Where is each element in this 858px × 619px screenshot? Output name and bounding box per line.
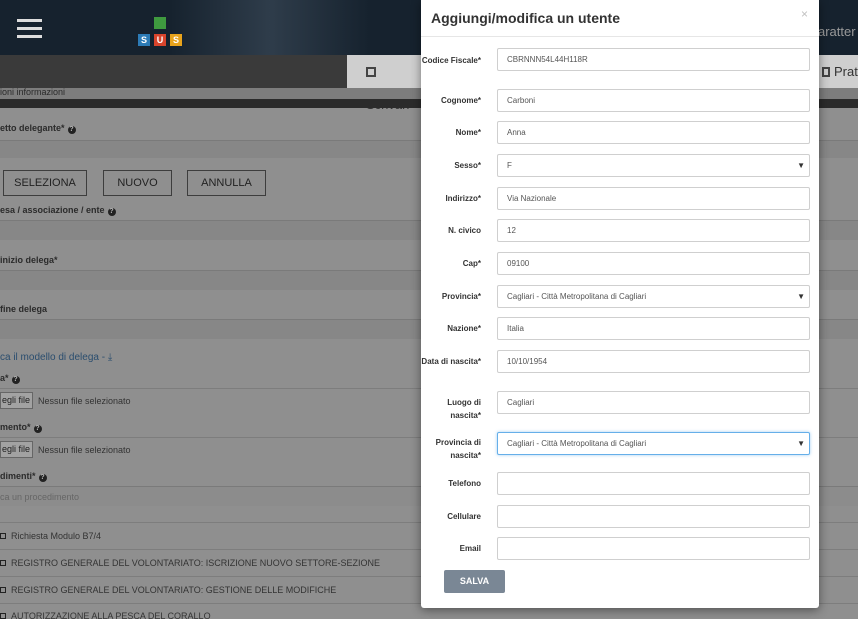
cellulare-input[interactable]: [497, 505, 810, 528]
choose-file-button[interactable]: egli file: [0, 441, 33, 458]
breadcrumb-text: ioni informazioni: [0, 87, 66, 97]
select-value: Cagliari - Città Metropolitana di Caglia…: [507, 292, 647, 301]
seleziona-button[interactable]: SELEZIONA: [3, 170, 87, 196]
save-button[interactable]: SALVA: [444, 570, 505, 593]
civico-label: N. civico: [448, 226, 481, 235]
sesso-select[interactable]: F ▼: [497, 154, 810, 177]
download-modello-link[interactable]: ca il modello di delega - ⤓: [0, 352, 112, 363]
procedimento-item[interactable]: REGISTRO GENERALE DEL VOLONTARIATO: ISCR…: [0, 558, 380, 568]
provincia-label: Provincia*: [441, 292, 481, 301]
help-icon[interactable]: ?: [107, 208, 116, 216]
checkbox-icon[interactable]: [0, 533, 6, 539]
procedimento-placeholder: ca un procedimento: [0, 492, 80, 502]
dropdown-caret-icon: ▼: [797, 161, 805, 170]
provincia-select[interactable]: Cagliari - Città Metropolitana di Caglia…: [497, 285, 810, 308]
close-icon[interactable]: ×: [801, 7, 808, 21]
help-icon[interactable]: ?: [11, 376, 20, 384]
checkbox-icon[interactable]: [0, 587, 6, 593]
provincia-nascita-select[interactable]: Cagliari - Città Metropolitana di Caglia…: [497, 432, 810, 455]
no-file-text: Nessun file selezionato: [38, 445, 131, 455]
select-value: Cagliari - Città Metropolitana di Caglia…: [507, 439, 647, 448]
soggetto-delegante-label: etto delegante*?: [0, 123, 76, 134]
grid-icon: [366, 67, 376, 77]
email-label: Email: [459, 544, 481, 553]
cognome-input[interactable]: Carboni: [497, 89, 810, 112]
procedimento-item[interactable]: REGISTRO GENERALE DEL VOLONTARIATO: GEST…: [0, 585, 336, 595]
label-text: mento*: [0, 422, 31, 432]
item-text: Richiesta Modulo B7/4: [11, 531, 102, 541]
no-file-text: Nessun file selezionato: [38, 396, 131, 406]
data-nascita-label: Data di nascita*: [421, 357, 481, 366]
help-icon[interactable]: ?: [33, 425, 42, 433]
procedimento-item[interactable]: AUTORIZZAZIONE ALLA PESCA DEL CORALLO: [0, 611, 211, 619]
download-icon: ⤓: [107, 352, 113, 363]
cognome-label: Cognome*: [441, 96, 481, 105]
item-text: REGISTRO GENERALE DEL VOLONTARIATO: ISCR…: [11, 558, 381, 568]
sus-logo: S U S: [138, 17, 182, 47]
checkbox-icon[interactable]: [0, 613, 6, 619]
impresa-label: esa / associazione / ente?: [0, 205, 116, 216]
data-nascita-input[interactable]: 10/10/1954: [497, 350, 810, 373]
provincia-nascita-label: Provincia di nascita*: [435, 438, 481, 460]
allegato-label: a*?: [0, 373, 20, 384]
codice-fiscale-label: Codice Fiscale*: [421, 54, 481, 67]
choose-file-button[interactable]: egli file: [0, 392, 33, 409]
codice-fiscale-input[interactable]: CBRNNN54L44H118R: [497, 48, 810, 71]
dropdown-caret-icon: ▼: [797, 292, 805, 301]
telefono-label: Telefono: [448, 479, 481, 488]
modal-title: Aggiungi/modifica un utente: [431, 10, 620, 26]
logo-letter: S: [170, 34, 182, 46]
logo-letter: U: [154, 34, 166, 46]
nome-label: Nome*: [455, 128, 481, 137]
link-text: ca il modello di delega -: [0, 352, 106, 363]
label-text: esa / associazione / ente: [0, 205, 105, 215]
cellulare-label: Cellulare: [447, 512, 481, 521]
item-text: REGISTRO GENERALE DEL VOLONTARIATO: GEST…: [11, 585, 337, 595]
dropdown-caret-icon: ▼: [797, 439, 805, 448]
label-text: etto delegante*: [0, 123, 65, 133]
inizio-delega-label: inizio delega*: [0, 255, 58, 265]
modal-header: Aggiungi/modifica un utente ×: [421, 0, 819, 37]
nuovo-button[interactable]: NUOVO: [103, 170, 172, 196]
cap-label: Cap*: [462, 259, 481, 268]
cap-input[interactable]: 09100: [497, 252, 810, 275]
procedimenti-label: dimenti*?: [0, 471, 47, 482]
nav-tab-label: Prat: [834, 64, 858, 79]
top-right-text: aratter: [818, 24, 856, 39]
logo-letter: S: [138, 34, 150, 46]
telefono-input[interactable]: [497, 472, 810, 495]
email-input[interactable]: [497, 537, 810, 560]
civico-input[interactable]: 12: [497, 219, 810, 242]
fine-delega-label: fine delega: [0, 304, 48, 314]
annulla-button[interactable]: ANNULLA: [187, 170, 266, 196]
document-icon: [822, 67, 830, 77]
label-text: dimenti*: [0, 471, 36, 481]
help-icon[interactable]: ?: [67, 126, 76, 134]
item-text: AUTORIZZAZIONE ALLA PESCA DEL CORALLO: [11, 611, 211, 619]
hamburger-menu-icon[interactable]: [17, 19, 42, 39]
nome-input[interactable]: Anna: [497, 121, 810, 144]
nav-tab-scrivania[interactable]: Scrivan: [347, 55, 422, 112]
checkbox-icon[interactable]: [0, 560, 6, 566]
nazione-label: Nazione*: [447, 324, 481, 333]
help-icon[interactable]: ?: [38, 474, 47, 482]
indirizzo-input[interactable]: Via Nazionale: [497, 187, 810, 210]
user-edit-modal: Aggiungi/modifica un utente × Codice Fis…: [421, 0, 819, 608]
nav-tab-pratiche[interactable]: Prat: [819, 55, 858, 88]
indirizzo-label: Indirizzo*: [445, 194, 481, 203]
logo-arrow-icon: [154, 17, 166, 29]
label-text: a*: [0, 373, 9, 383]
select-value: F: [507, 161, 512, 170]
sesso-label: Sesso*: [454, 161, 481, 170]
luogo-nascita-input[interactable]: Cagliari: [497, 391, 810, 414]
procedimento-item[interactable]: Richiesta Modulo B7/4: [0, 531, 101, 541]
luogo-nascita-label: Luogo di nascita*: [447, 398, 481, 420]
label-text: Codice Fiscale*: [421, 56, 481, 65]
documento-label: mento*?: [0, 422, 42, 433]
nazione-input[interactable]: Italia: [497, 317, 810, 340]
